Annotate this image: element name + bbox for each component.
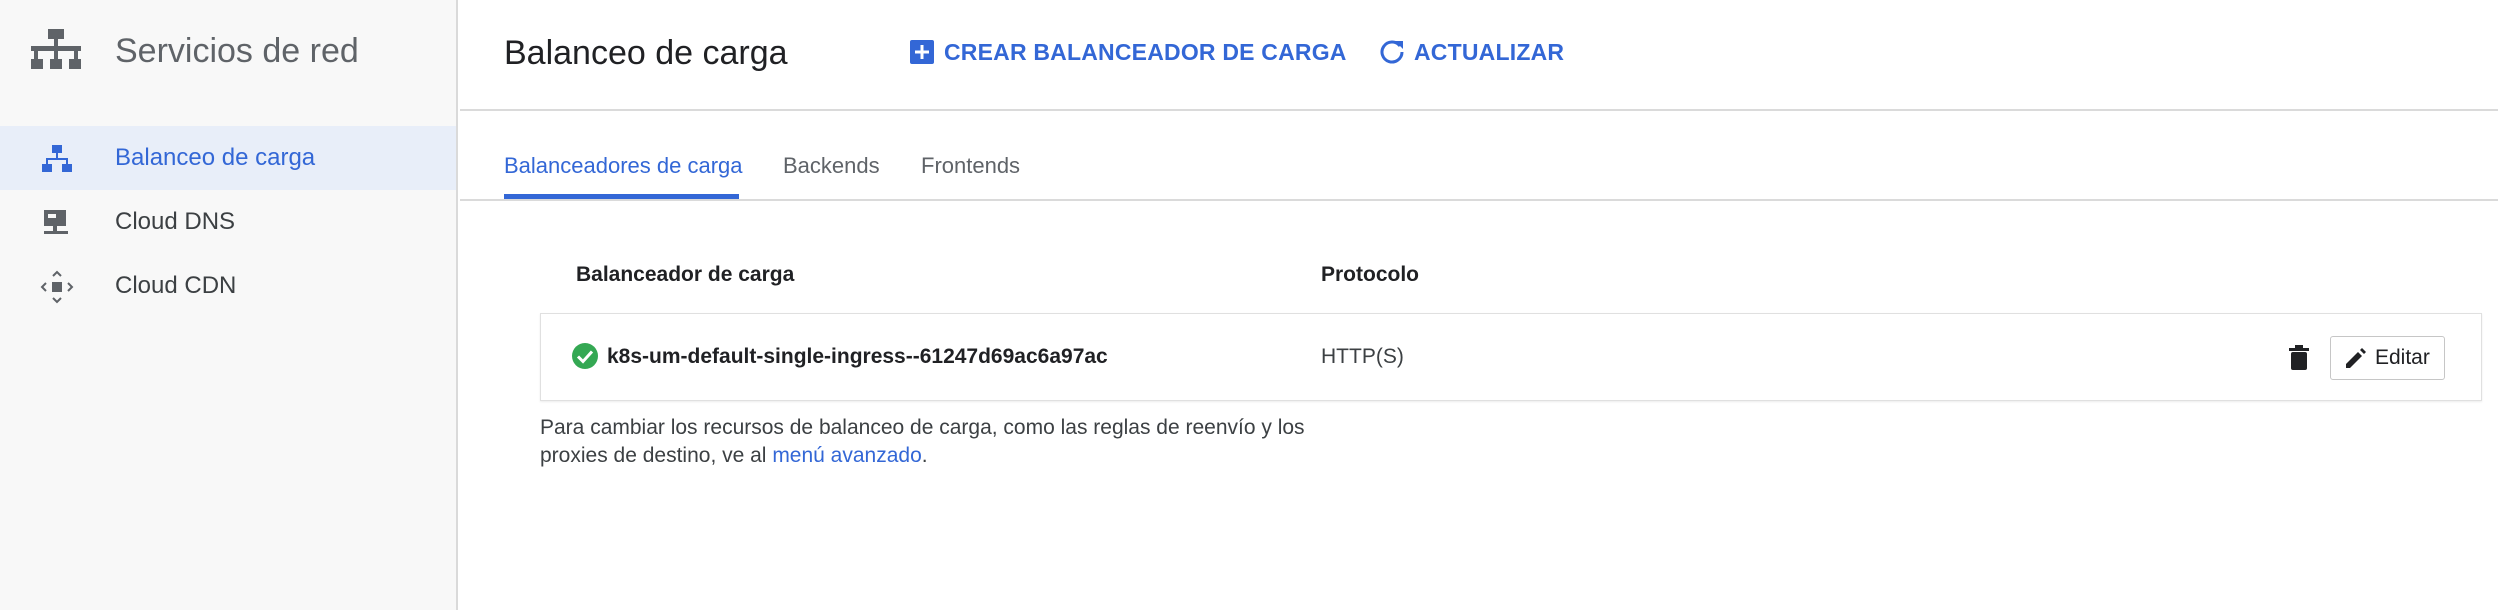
- sidebar-item-cloud-dns[interactable]: Cloud DNS: [0, 190, 456, 254]
- sidebar-item-label: Balanceo de carga: [115, 144, 316, 171]
- table-header: Balanceador de carga Protocolo: [540, 260, 2480, 300]
- network-services-icon: [31, 29, 81, 69]
- edit-button[interactable]: Editar: [2330, 336, 2445, 380]
- refresh-icon: [1380, 40, 1404, 64]
- table-row: k8s-um-default-single-ingress--61247d69a…: [540, 313, 2482, 401]
- sidebar-item-cloud-cdn[interactable]: Cloud CDN: [0, 254, 456, 318]
- page-title: Balanceo de carga: [504, 34, 788, 72]
- column-header-load-balancer[interactable]: Balanceador de carga: [576, 260, 794, 290]
- help-note-end: .: [921, 444, 928, 467]
- load-balancing-icon: [42, 145, 72, 172]
- edit-label: Editar: [2375, 346, 2430, 369]
- advanced-menu-link[interactable]: menú avanzado: [772, 444, 921, 467]
- load-balancer-name[interactable]: k8s-um-default-single-ingress--61247d69a…: [607, 343, 1108, 371]
- pencil-icon: [2346, 348, 2366, 368]
- refresh-button[interactable]: ACTUALIZAR: [1378, 34, 1564, 70]
- page-header: Balanceo de carga CREAR BALANCEADOR DE C…: [460, 0, 2498, 111]
- sidebar-nav: Balanceo de carga Cloud DNS Cloud CDN: [0, 126, 456, 318]
- check-circle-icon: [572, 343, 598, 369]
- product-title: Servicios de red: [115, 32, 359, 70]
- sidebar: Servicios de red Balanceo de carga Cloud…: [0, 0, 458, 610]
- sidebar-item-label: Cloud CDN: [115, 272, 237, 299]
- active-tab-indicator: [504, 194, 739, 199]
- add-box-icon: [910, 40, 934, 64]
- column-header-protocol[interactable]: Protocolo: [1321, 260, 1419, 290]
- create-load-balancer-button[interactable]: CREAR BALANCEADOR DE CARGA: [908, 34, 1347, 70]
- sidebar-header: Servicios de red: [0, 0, 456, 107]
- sidebar-item-load-balancing[interactable]: Balanceo de carga: [0, 126, 456, 190]
- tab-bar: Balanceadores de carga Backends Frontend…: [460, 141, 2498, 201]
- help-note: Para cambiar los recursos de balanceo de…: [540, 414, 1340, 470]
- dns-icon: [44, 210, 68, 234]
- create-load-balancer-label: CREAR BALANCEADOR DE CARGA: [944, 38, 1347, 65]
- tab-backends[interactable]: Backends: [783, 151, 880, 181]
- cdn-icon: [40, 270, 74, 304]
- delete-icon[interactable]: [2281, 340, 2317, 376]
- sidebar-item-label: Cloud DNS: [115, 208, 236, 235]
- refresh-label: ACTUALIZAR: [1414, 38, 1565, 65]
- protocol-value: HTTP(S): [1321, 345, 1404, 368]
- tab-load-balancers[interactable]: Balanceadores de carga: [504, 151, 743, 181]
- tab-frontends[interactable]: Frontends: [921, 151, 1020, 181]
